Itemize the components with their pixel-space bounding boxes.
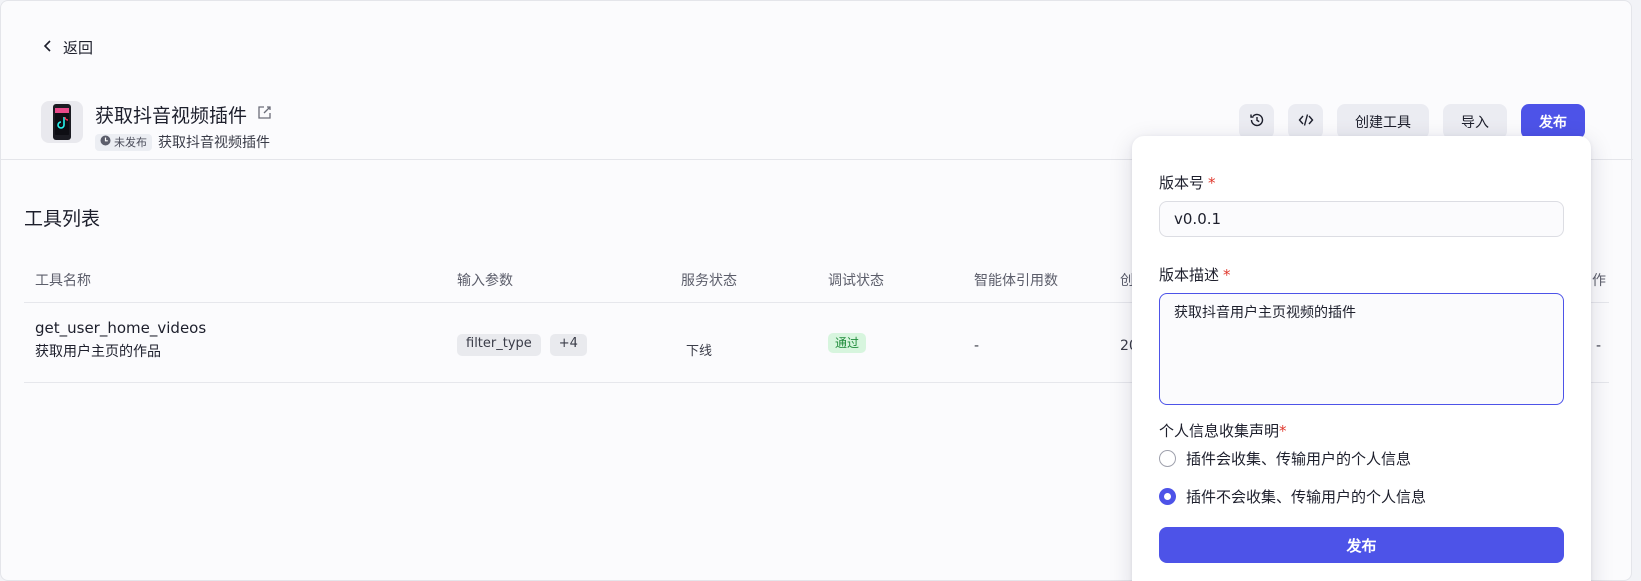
column-header: 智能体引用数 bbox=[974, 273, 1058, 289]
publish-button[interactable]: 发布 bbox=[1521, 104, 1585, 139]
required-mark: * bbox=[1208, 174, 1216, 192]
required-mark: * bbox=[1279, 422, 1287, 440]
description-label: 版本描述 * bbox=[1159, 266, 1231, 284]
debug-status-cell: 通过 bbox=[828, 333, 867, 353]
submit-publish-button[interactable]: 发布 bbox=[1159, 527, 1564, 563]
radio-button-checked[interactable] bbox=[1159, 488, 1176, 505]
tool-description: 获取用户主页的作品 bbox=[35, 344, 161, 360]
publish-popover: 版本号* 版本描述* 获取抖音用户主页视频的插件 个人信息收集声明* 插件会收集… bbox=[1132, 136, 1591, 581]
version-label: 版本号 * bbox=[1159, 174, 1216, 192]
tools-section-title: 工具列表 bbox=[24, 208, 101, 230]
plugin-avatar bbox=[41, 101, 83, 143]
create-tool-button[interactable]: 创建工具 bbox=[1337, 104, 1429, 139]
version-description-input[interactable]: 获取抖音用户主页视频的插件 bbox=[1159, 293, 1564, 405]
status-badge: 未发布 bbox=[95, 133, 152, 151]
required-mark: * bbox=[1223, 266, 1231, 284]
column-header: 调试状态 bbox=[828, 273, 884, 289]
version-input[interactable] bbox=[1159, 201, 1564, 237]
code-button[interactable] bbox=[1288, 104, 1323, 139]
back-label: 返回 bbox=[63, 39, 94, 57]
radio-button[interactable] bbox=[1159, 450, 1176, 467]
agent-refs: - bbox=[974, 338, 980, 354]
column-header: 服务状态 bbox=[681, 273, 737, 289]
plugin-header: 获取抖音视频插件 未发布 获取抖音视频插件 bbox=[41, 101, 272, 152]
code-icon bbox=[1298, 112, 1314, 132]
service-status: 下线 bbox=[686, 344, 713, 359]
column-header: 输入参数 bbox=[457, 273, 513, 289]
param-tag: filter_type bbox=[457, 334, 541, 356]
params-cell: filter_type +4 bbox=[457, 334, 587, 356]
plugin-title: 获取抖音视频插件 bbox=[95, 105, 248, 127]
debug-status-badge: 通过 bbox=[828, 333, 867, 353]
column-header: 工具名称 bbox=[35, 273, 91, 289]
clock-icon bbox=[100, 135, 111, 149]
import-button[interactable]: 导入 bbox=[1443, 104, 1507, 139]
history-button[interactable] bbox=[1239, 104, 1274, 139]
edit-icon[interactable] bbox=[257, 105, 272, 124]
privacy-label: 个人信息收集声明* bbox=[1159, 422, 1287, 440]
column-header: 作 bbox=[1592, 273, 1606, 289]
tool-name: get_user_home_videos bbox=[35, 319, 207, 337]
plugin-description: 获取抖音视频插件 bbox=[158, 135, 270, 151]
toolbar: 创建工具 导入 发布 bbox=[1239, 104, 1585, 139]
back-button[interactable]: 返回 bbox=[41, 37, 93, 58]
chevron-left-icon bbox=[41, 39, 55, 57]
action-cell: - bbox=[1596, 338, 1602, 354]
param-more-tag[interactable]: +4 bbox=[549, 334, 587, 356]
history-icon bbox=[1249, 112, 1265, 132]
tool-name-cell: get_user_home_videos 获取用户主页的作品 bbox=[35, 319, 206, 361]
radio-collects[interactable]: 插件会收集、传输用户的个人信息 bbox=[1159, 448, 1411, 469]
radio-no-collect[interactable]: 插件不会收集、传输用户的个人信息 bbox=[1159, 486, 1426, 507]
